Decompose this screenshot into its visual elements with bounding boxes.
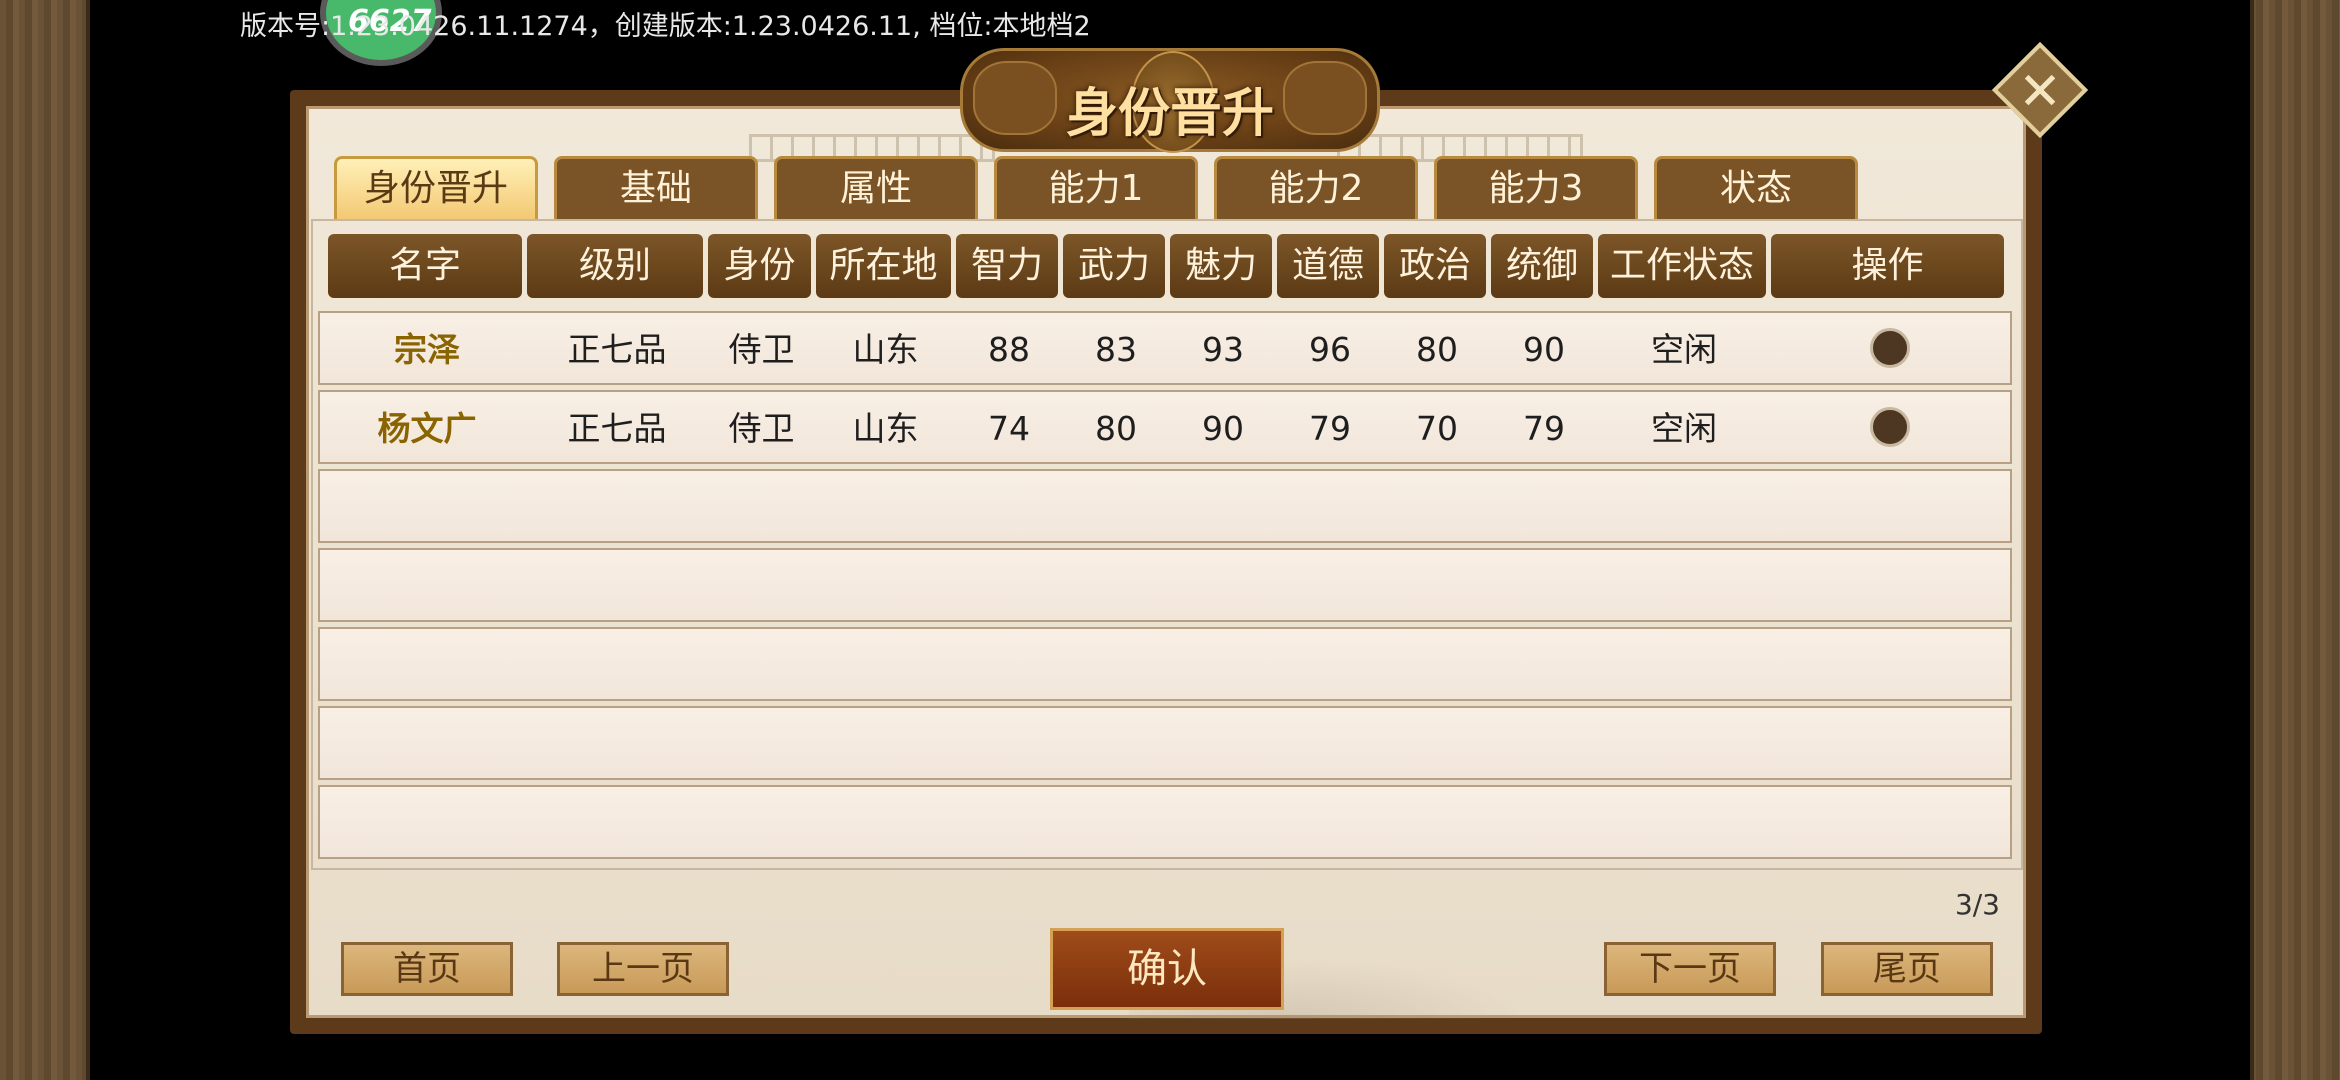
empty-table-row <box>318 469 2012 543</box>
official-command: 90 <box>1523 330 1565 369</box>
column-header-name[interactable]: 名字 <box>328 234 522 298</box>
official-intelligence: 74 <box>988 409 1030 448</box>
column-header-charm[interactable]: 魅力 <box>1170 234 1272 298</box>
first-page-button[interactable]: 首页 <box>341 942 513 996</box>
official-identity: 侍卫 <box>728 330 795 369</box>
empty-table-row <box>318 785 2012 859</box>
column-header-rank[interactable]: 级别 <box>527 234 703 298</box>
tab-ability-3[interactable]: 能力3 <box>1434 156 1638 220</box>
official-work-status: 空闲 <box>1651 409 1717 448</box>
right-wood-border <box>2250 0 2340 1080</box>
page-counter: 3/3 <box>1954 888 2000 921</box>
official-name: 宗泽 <box>394 330 460 369</box>
close-button[interactable]: ✕ <box>1990 40 2090 140</box>
panel-title: 身份晋升 <box>1065 84 1274 144</box>
tab-status[interactable]: 状态 <box>1654 156 1858 220</box>
official-command: 79 <box>1523 409 1565 448</box>
official-politics: 70 <box>1416 409 1458 448</box>
official-force: 80 <box>1095 409 1137 448</box>
official-politics: 80 <box>1416 330 1458 369</box>
tab-identity-promotion[interactable]: 身份晋升 <box>334 156 538 220</box>
official-location: 山东 <box>852 330 919 369</box>
tab-ability-2[interactable]: 能力2 <box>1214 156 1418 220</box>
title-plaque: 身份晋升 <box>960 48 1380 153</box>
official-identity: 侍卫 <box>728 409 795 448</box>
confirm-button[interactable]: 确认 <box>1050 928 1284 1010</box>
official-work-status: 空闲 <box>1651 330 1717 369</box>
official-morality: 79 <box>1309 409 1351 448</box>
empty-table-row <box>318 706 2012 780</box>
empty-table-row <box>318 627 2012 701</box>
select-radio-button[interactable] <box>1870 328 1910 368</box>
column-header-work-status[interactable]: 工作状态 <box>1598 234 1766 298</box>
tab-basic[interactable]: 基础 <box>554 156 758 220</box>
table-row[interactable]: 宗泽 正七品 侍卫 山东 88 83 93 96 80 90 空闲 <box>318 311 2012 385</box>
select-radio-button[interactable] <box>1870 407 1910 447</box>
column-header-location[interactable]: 所在地 <box>816 234 951 298</box>
empty-table-row <box>318 548 2012 622</box>
prev-page-button[interactable]: 上一页 <box>557 942 729 996</box>
official-intelligence: 88 <box>988 330 1030 369</box>
column-header-politics[interactable]: 政治 <box>1384 234 1486 298</box>
official-charm: 93 <box>1202 330 1244 369</box>
next-page-button[interactable]: 下一页 <box>1604 942 1776 996</box>
column-header-identity[interactable]: 身份 <box>708 234 811 298</box>
official-rank: 正七品 <box>567 409 667 448</box>
close-icon: ✕ <box>2018 62 2062 122</box>
tab-attributes[interactable]: 属性 <box>774 156 978 220</box>
official-morality: 96 <box>1309 330 1351 369</box>
tab-ability-1[interactable]: 能力1 <box>994 156 1198 220</box>
version-info: 版本号:1.23.0426.11.1274，创建版本:1.23.0426.11,… <box>240 11 1091 42</box>
column-header-action[interactable]: 操作 <box>1771 234 2004 298</box>
column-header-morality[interactable]: 道德 <box>1277 234 1379 298</box>
last-page-button[interactable]: 尾页 <box>1821 942 1993 996</box>
column-header-force[interactable]: 武力 <box>1063 234 1165 298</box>
official-charm: 90 <box>1202 409 1244 448</box>
column-header-command[interactable]: 统御 <box>1491 234 1593 298</box>
official-rank: 正七品 <box>567 330 667 369</box>
official-location: 山东 <box>852 409 919 448</box>
table-row[interactable]: 杨文广 正七品 侍卫 山东 74 80 90 79 70 79 空闲 <box>318 390 2012 464</box>
official-force: 83 <box>1095 330 1137 369</box>
column-header-intelligence[interactable]: 智力 <box>956 234 1058 298</box>
left-wood-border <box>0 0 90 1080</box>
official-name: 杨文广 <box>377 409 477 448</box>
